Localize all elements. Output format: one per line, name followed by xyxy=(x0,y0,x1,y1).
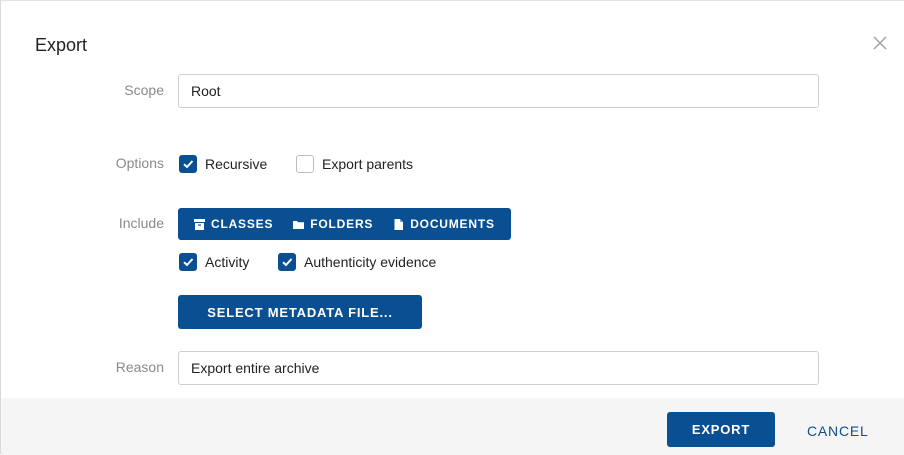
recursive-label: Recursive xyxy=(205,156,268,172)
reason-label: Reason xyxy=(115,359,164,375)
export-button[interactable]: EXPORT xyxy=(667,412,775,447)
checkmark-icon xyxy=(183,258,194,267)
export-parents-checkbox[interactable] xyxy=(296,155,314,173)
dialog-title: Export xyxy=(35,35,88,55)
include-documents-label: DOCUMENTS xyxy=(410,217,495,231)
include-segment-group: CLASSES FOLDERS DOCUMENTS xyxy=(178,208,511,240)
archive-box-icon xyxy=(194,218,205,230)
export-dialog: Export Scope Root Options Recursive Expo… xyxy=(0,0,904,455)
scope-label: Scope xyxy=(124,82,164,98)
recursive-checkbox-row[interactable]: Recursive xyxy=(179,155,267,173)
close-button[interactable] xyxy=(870,33,890,53)
activity-checkbox-row[interactable]: Activity xyxy=(179,253,249,271)
include-documents-button[interactable]: DOCUMENTS xyxy=(383,208,505,240)
include-folders-label: FOLDERS xyxy=(310,217,374,231)
scope-field[interactable]: Root xyxy=(178,74,819,108)
recursive-checkbox[interactable] xyxy=(179,155,197,173)
reason-field[interactable]: Export entire archive xyxy=(178,351,819,385)
checkmark-icon xyxy=(183,160,194,169)
include-classes-button[interactable]: CLASSES xyxy=(184,208,283,240)
folder-icon xyxy=(293,220,305,229)
select-metadata-file-button[interactable]: SELECT METADATA FILE... xyxy=(178,295,422,329)
activity-label: Activity xyxy=(205,254,250,270)
include-label: Include xyxy=(118,215,164,231)
options-label: Options xyxy=(115,155,164,171)
export-parents-checkbox-row[interactable]: Export parents xyxy=(296,155,413,173)
include-folders-button[interactable]: FOLDERS xyxy=(283,208,383,240)
authenticity-checkbox-row[interactable]: Authenticity evidence xyxy=(278,253,436,271)
authenticity-checkbox[interactable] xyxy=(278,253,296,271)
include-classes-label: CLASSES xyxy=(211,217,274,231)
cancel-button[interactable]: CANCEL xyxy=(807,423,869,439)
export-parents-label: Export parents xyxy=(322,156,414,172)
close-icon xyxy=(873,36,887,50)
activity-checkbox[interactable] xyxy=(179,253,197,271)
authenticity-label: Authenticity evidence xyxy=(304,254,437,270)
dialog-footer: EXPORT CANCEL xyxy=(1,398,904,455)
checkmark-icon xyxy=(282,258,293,267)
document-icon xyxy=(394,218,404,230)
